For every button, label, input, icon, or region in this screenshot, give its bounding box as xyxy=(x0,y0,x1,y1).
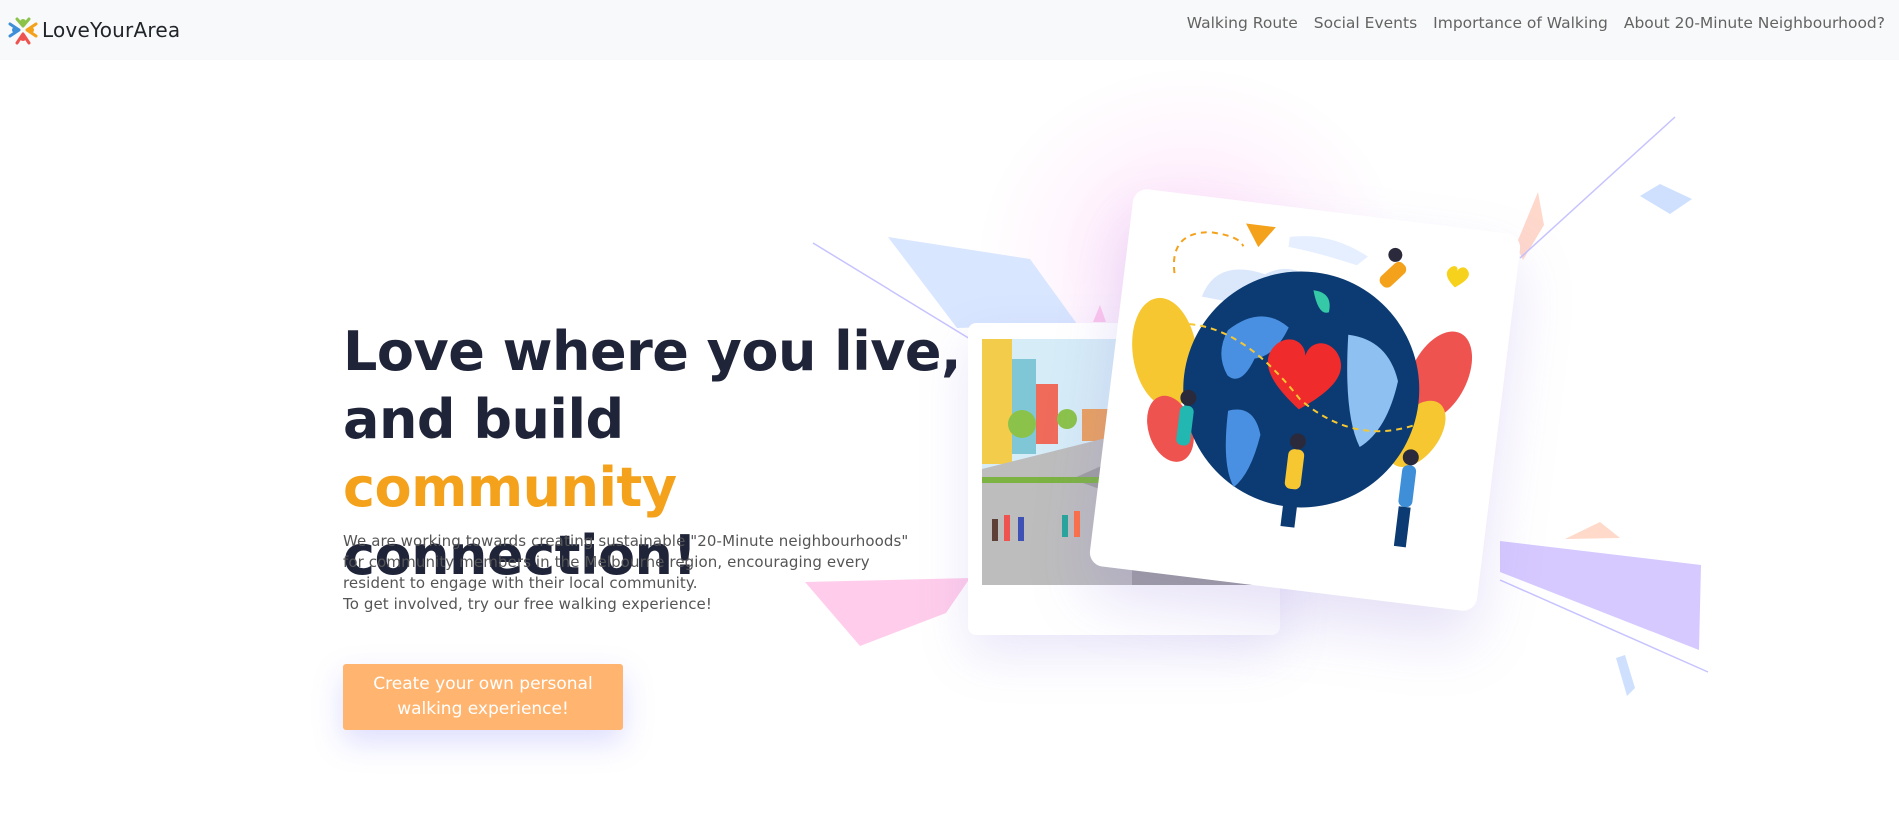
nav-link-about-20-minute[interactable]: About 20-Minute Neighbourhood? xyxy=(1624,14,1885,32)
brand-link[interactable]: LoveYourArea xyxy=(6,13,180,47)
nav-link-social-events[interactable]: Social Events xyxy=(1314,14,1417,32)
globe-community-illustration xyxy=(1132,223,1473,548)
globe-community-card xyxy=(1088,187,1522,613)
nav-link-walking-route[interactable]: Walking Route xyxy=(1187,14,1298,32)
shape-blue-top-left xyxy=(888,237,1077,328)
brand-name: LoveYourArea xyxy=(42,18,181,42)
shape-peach-right xyxy=(1565,522,1620,539)
nav-link-importance-of-walking[interactable]: Importance of Walking xyxy=(1433,14,1608,32)
hero-illustration xyxy=(780,60,1780,760)
shape-pink-triangle-small xyxy=(1093,305,1106,322)
nav-links: Walking Route Social Events Importance o… xyxy=(1187,14,1893,32)
shape-purple-right xyxy=(1500,541,1701,650)
navbar: LoveYourArea Walking Route Social Events… xyxy=(0,0,1899,60)
shape-blue-bottom-right xyxy=(1616,655,1635,696)
line-top-right xyxy=(1519,116,1676,259)
shape-blue-top-right xyxy=(1640,184,1692,214)
brand-logo-icon xyxy=(8,17,38,45)
hero-title-accent: community xyxy=(343,456,677,519)
shape-pink-bottom-left xyxy=(805,578,970,646)
create-walking-experience-button[interactable]: Create your own personal walking experie… xyxy=(343,664,623,730)
